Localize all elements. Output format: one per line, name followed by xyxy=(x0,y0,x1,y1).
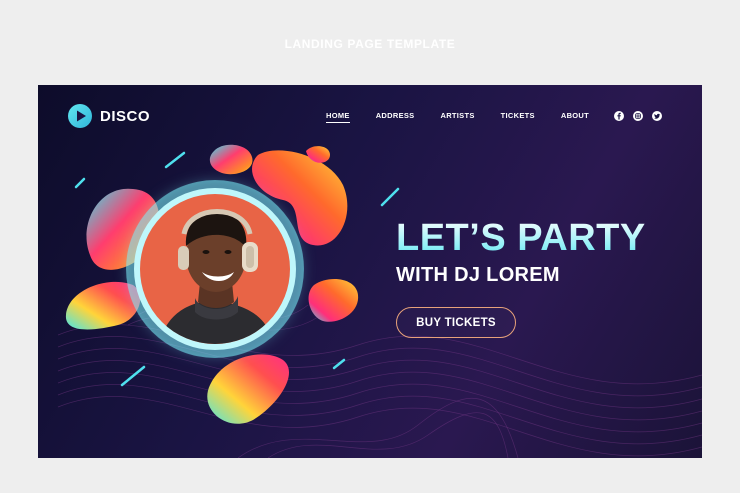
nav-item-address[interactable]: ADDRESS xyxy=(376,111,415,123)
nav-item-about[interactable]: ABOUT xyxy=(561,111,589,123)
buy-tickets-button[interactable]: BUY TICKETS xyxy=(396,307,516,338)
brand-name: DISCO xyxy=(100,107,151,125)
instagram-icon[interactable] xyxy=(633,111,643,121)
brand-logo[interactable]: DISCO xyxy=(68,104,150,128)
social-links xyxy=(614,111,671,121)
page-label: LANDING PAGE TEMPLATE xyxy=(284,37,456,51)
play-icon xyxy=(68,104,92,128)
nav-item-tickets[interactable]: TICKETS xyxy=(501,111,535,123)
nav-item-artists[interactable]: ARTISTS xyxy=(440,111,474,123)
hero-subtitle: WITH DJ LOREM xyxy=(396,264,560,286)
hero-title: LET’S PARTY xyxy=(396,217,646,259)
nav-item-home[interactable]: HOME xyxy=(326,111,350,123)
main-nav: HOME ADDRESS ARTISTS TICKETS ABOUT xyxy=(326,111,615,123)
landing-page: DISCO HOME ADDRESS ARTISTS TICKETS ABOUT xyxy=(38,85,702,458)
twitter-icon[interactable] xyxy=(652,111,662,121)
dj-portrait xyxy=(134,188,296,350)
facebook-icon[interactable] xyxy=(614,111,624,121)
